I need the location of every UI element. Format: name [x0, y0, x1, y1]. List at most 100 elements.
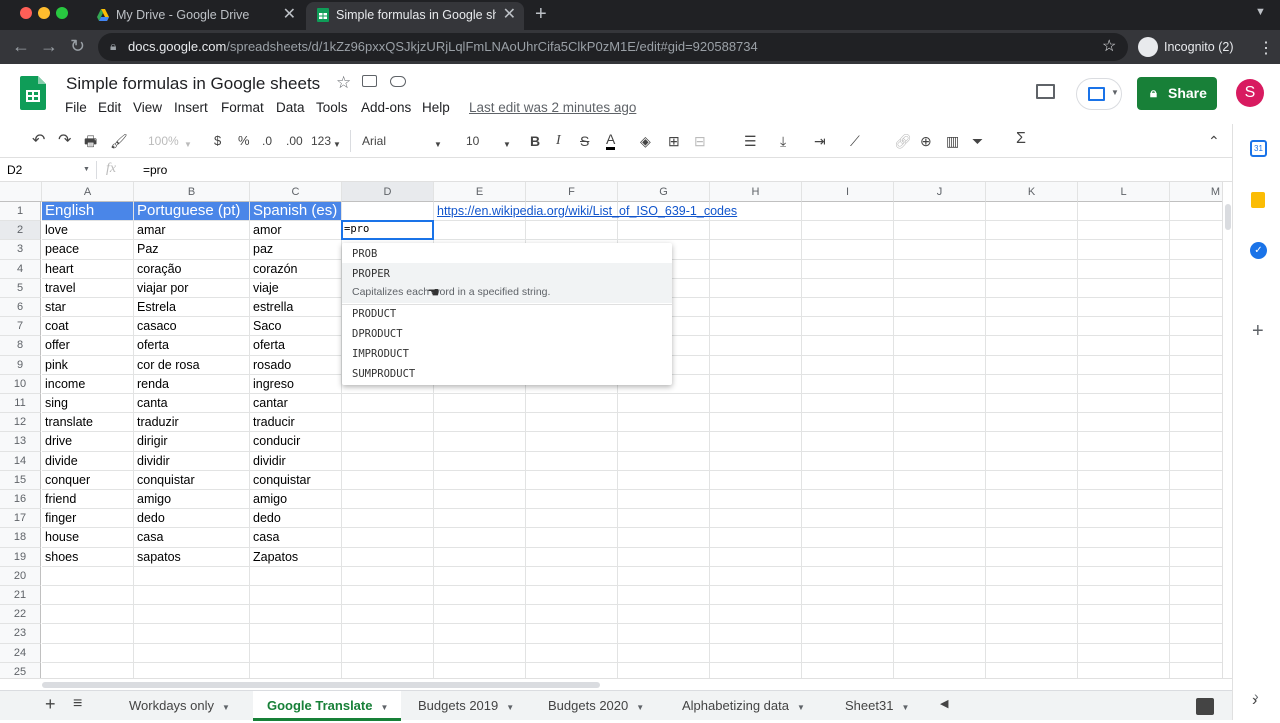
cell-l13[interactable]	[1078, 432, 1170, 452]
menu-tools[interactable]: Tools	[316, 100, 348, 115]
row-header-23[interactable]: 23	[0, 624, 41, 644]
cell-m17[interactable]	[1170, 509, 1222, 529]
sheet-tab-budgets-2020[interactable]: Budgets 2020 ▼	[535, 691, 663, 721]
cell-j5[interactable]	[894, 278, 986, 298]
cell-j1[interactable]	[894, 202, 986, 222]
cell-j20[interactable]	[894, 566, 986, 586]
cell-i9[interactable]	[802, 355, 894, 375]
cell-m20[interactable]	[1170, 567, 1222, 586]
cell-g25[interactable]	[618, 662, 710, 678]
cell-c1[interactable]: Spanish (es)	[250, 202, 342, 222]
cell-e12[interactable]	[434, 413, 526, 433]
more-formats-button[interactable]: 123	[311, 132, 331, 150]
row-header-22[interactable]: 22	[0, 605, 41, 625]
cell-m21[interactable]	[1170, 586, 1222, 606]
cell-a8[interactable]: offer	[42, 336, 134, 356]
cell-i6[interactable]	[802, 298, 894, 318]
comment-history-icon[interactable]	[1036, 84, 1055, 99]
cell-i4[interactable]	[802, 259, 894, 279]
cell-a7[interactable]: coat	[42, 317, 134, 337]
cell-l1[interactable]	[1078, 202, 1170, 222]
cell-k6[interactable]	[986, 298, 1078, 318]
cell-c2[interactable]: amor	[250, 221, 342, 241]
cell-a1[interactable]: English	[42, 202, 134, 222]
cell-f12[interactable]	[526, 413, 618, 433]
column-header-m[interactable]: M	[1170, 182, 1222, 202]
cell-h20[interactable]	[710, 566, 802, 586]
text-color-button[interactable]: A	[606, 132, 616, 150]
percent-button[interactable]: %	[238, 132, 250, 150]
cell-k13[interactable]	[986, 432, 1078, 452]
cell-j9[interactable]	[894, 355, 986, 375]
horizontal-scrollbar[interactable]	[0, 678, 1232, 690]
cell-d18[interactable]	[342, 528, 434, 548]
row-header-3[interactable]: 3	[0, 240, 41, 260]
sheet-tab-budgets-2019[interactable]: Budgets 2019 ▼	[405, 691, 531, 721]
cell-k14[interactable]	[986, 451, 1078, 471]
cell-m19[interactable]	[1170, 548, 1222, 567]
cell-l3[interactable]	[1078, 240, 1170, 260]
cell-e13[interactable]	[434, 432, 526, 452]
cell-m9[interactable]	[1170, 356, 1222, 375]
row-header-25[interactable]: 25	[0, 662, 41, 678]
document-title[interactable]: Simple formulas in Google sheets	[66, 74, 320, 94]
column-header-j[interactable]: J	[894, 182, 986, 202]
menu-format[interactable]: Format	[221, 100, 264, 115]
cell-m16[interactable]	[1170, 490, 1222, 510]
cell-i25[interactable]	[802, 662, 894, 678]
cell-h11[interactable]	[710, 394, 802, 414]
cell-b2[interactable]: amar	[134, 221, 250, 241]
cell-g16[interactable]	[618, 490, 710, 510]
cell-m14[interactable]	[1170, 452, 1222, 471]
cell-j13[interactable]	[894, 432, 986, 452]
cell-j3[interactable]	[894, 240, 986, 260]
text-wrap-icon[interactable]: ⇥	[814, 132, 826, 150]
cell-l6[interactable]	[1078, 298, 1170, 318]
cell-k4[interactable]	[986, 259, 1078, 279]
cell-j15[interactable]	[894, 470, 986, 490]
suggestion-prob[interactable]: PROB	[352, 248, 377, 260]
cell-g21[interactable]	[618, 586, 710, 606]
browser-tab-sheets[interactable]: Simple formulas in Google sheets ✕	[306, 2, 524, 30]
cell-a6[interactable]: star	[42, 298, 134, 318]
cell-c13[interactable]: conducir	[250, 432, 342, 452]
cell-d14[interactable]	[342, 451, 434, 471]
font-size-select[interactable]: 10	[466, 132, 479, 150]
cell-d16[interactable]	[342, 490, 434, 510]
cell-b24[interactable]	[134, 643, 250, 663]
cell-b25[interactable]	[134, 662, 250, 678]
paint-format-icon[interactable]: 🖌︎	[110, 132, 128, 150]
cell-h19[interactable]	[710, 547, 802, 567]
reload-icon[interactable]: ↻	[70, 36, 85, 56]
select-all-corner[interactable]	[0, 182, 42, 202]
insert-link-icon[interactable]: 🔗︎	[894, 132, 912, 150]
cell-m15[interactable]	[1170, 471, 1222, 490]
cell-i10[interactable]	[802, 374, 894, 394]
cell-g15[interactable]	[618, 470, 710, 490]
scroll-tabs-left-icon[interactable]: ◀	[940, 697, 948, 710]
cell-b12[interactable]: traduzir	[134, 413, 250, 433]
cell-l11[interactable]	[1078, 394, 1170, 414]
cell-c18[interactable]: casa	[250, 528, 342, 548]
cell-l10[interactable]	[1078, 374, 1170, 394]
menu-file[interactable]: File	[65, 100, 87, 115]
cell-b9[interactable]: cor de rosa	[134, 355, 250, 375]
keep-icon[interactable]	[1251, 192, 1265, 208]
row-header-7[interactable]: 7	[0, 317, 41, 337]
cell-i20[interactable]	[802, 566, 894, 586]
cell-h12[interactable]	[710, 413, 802, 433]
menu-data[interactable]: Data	[276, 100, 305, 115]
cell-j11[interactable]	[894, 394, 986, 414]
cell-f24[interactable]	[526, 643, 618, 663]
cell-b17[interactable]: dedo	[134, 509, 250, 529]
cell-j17[interactable]	[894, 509, 986, 529]
font-select[interactable]: Arial	[362, 132, 386, 150]
cell-a12[interactable]: translate	[42, 413, 134, 433]
cell-i14[interactable]	[802, 451, 894, 471]
cell-h16[interactable]	[710, 490, 802, 510]
cell-c21[interactable]	[250, 586, 342, 606]
cell-i19[interactable]	[802, 547, 894, 567]
cell-k8[interactable]	[986, 336, 1078, 356]
row-header-1[interactable]: 1	[0, 202, 41, 222]
merge-cells-icon[interactable]: ⊟	[694, 132, 706, 150]
